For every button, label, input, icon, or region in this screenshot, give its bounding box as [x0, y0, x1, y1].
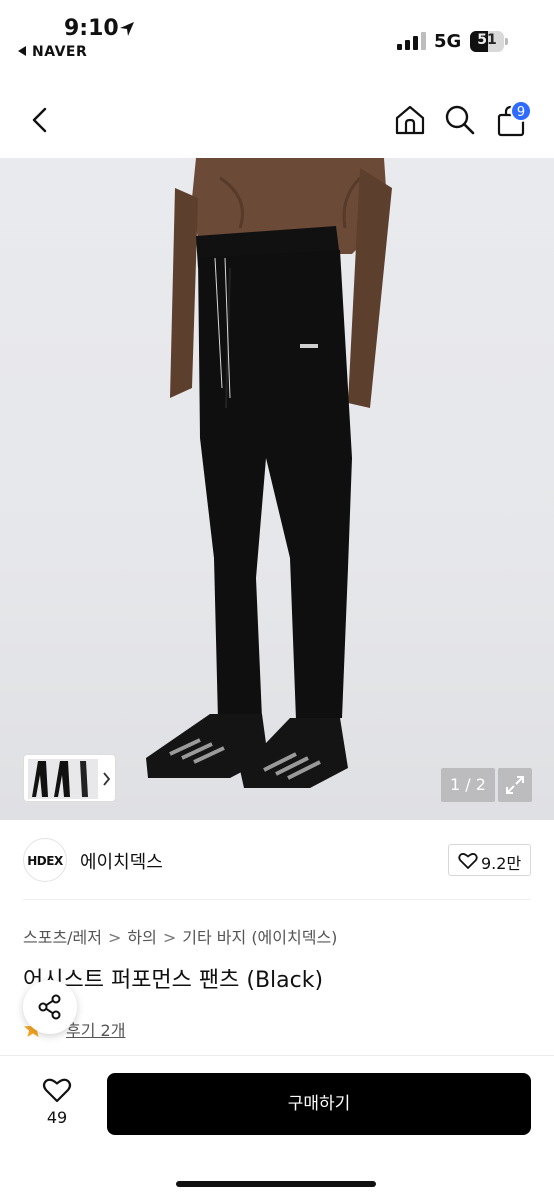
thumbnail-image	[28, 759, 111, 799]
battery-icon: 51	[470, 31, 508, 52]
heart-icon	[42, 1078, 72, 1103]
network-label: 5G	[434, 31, 462, 52]
product-image[interactable]	[0, 158, 554, 820]
share-button[interactable]	[23, 980, 77, 1034]
breadcrumb-item[interactable]: 스포츠/레저	[23, 928, 102, 947]
brand-logo[interactable]: HDEX	[23, 838, 67, 882]
clock: 9:10	[64, 16, 119, 41]
location-arrow-icon	[120, 22, 134, 36]
expand-button[interactable]	[498, 768, 532, 802]
wishlist-count: 49	[46, 1108, 68, 1127]
thumbnail-strip[interactable]	[23, 754, 116, 802]
battery-percent: 51	[477, 32, 497, 48]
back-to-app-link[interactable]: NAVER	[18, 44, 87, 60]
model-pants-illustration	[146, 158, 392, 788]
wishlist-button[interactable]: 49	[30, 1072, 84, 1132]
review-link[interactable]: 후기 2개	[66, 1017, 125, 1041]
expand-icon	[506, 776, 524, 794]
back-app-label: NAVER	[32, 44, 88, 60]
chevron-right-icon: >	[162, 928, 177, 947]
back-arrow-icon[interactable]	[26, 105, 54, 135]
brand-like-count: 9.2만	[481, 854, 522, 873]
divider	[23, 899, 531, 900]
brand-like-button[interactable]: 9.2만	[448, 844, 531, 876]
cart-count-badge: 9	[510, 100, 532, 122]
image-counter: 1 / 2	[441, 768, 495, 802]
breadcrumb: 스포츠/레저 > 하의 > 기타 바지 (에이치덱스)	[23, 924, 337, 948]
back-triangle-icon	[18, 46, 26, 56]
buy-button[interactable]: 구매하기	[107, 1073, 531, 1135]
breadcrumb-item[interactable]: 기타 바지 (에이치덱스)	[182, 928, 337, 947]
share-icon	[38, 994, 61, 1020]
status-bar: 9:10 NAVER 5G 51	[0, 0, 554, 72]
chevron-right-icon: >	[108, 928, 122, 947]
home-indicator[interactable]	[176, 1181, 376, 1187]
home-icon[interactable]	[393, 103, 427, 137]
signal-bars-icon	[397, 32, 427, 50]
search-icon[interactable]	[443, 103, 477, 137]
breadcrumb-item[interactable]: 하의	[127, 928, 156, 947]
brand-name[interactable]: 에이치덱스	[80, 848, 163, 874]
heart-icon	[458, 853, 478, 869]
